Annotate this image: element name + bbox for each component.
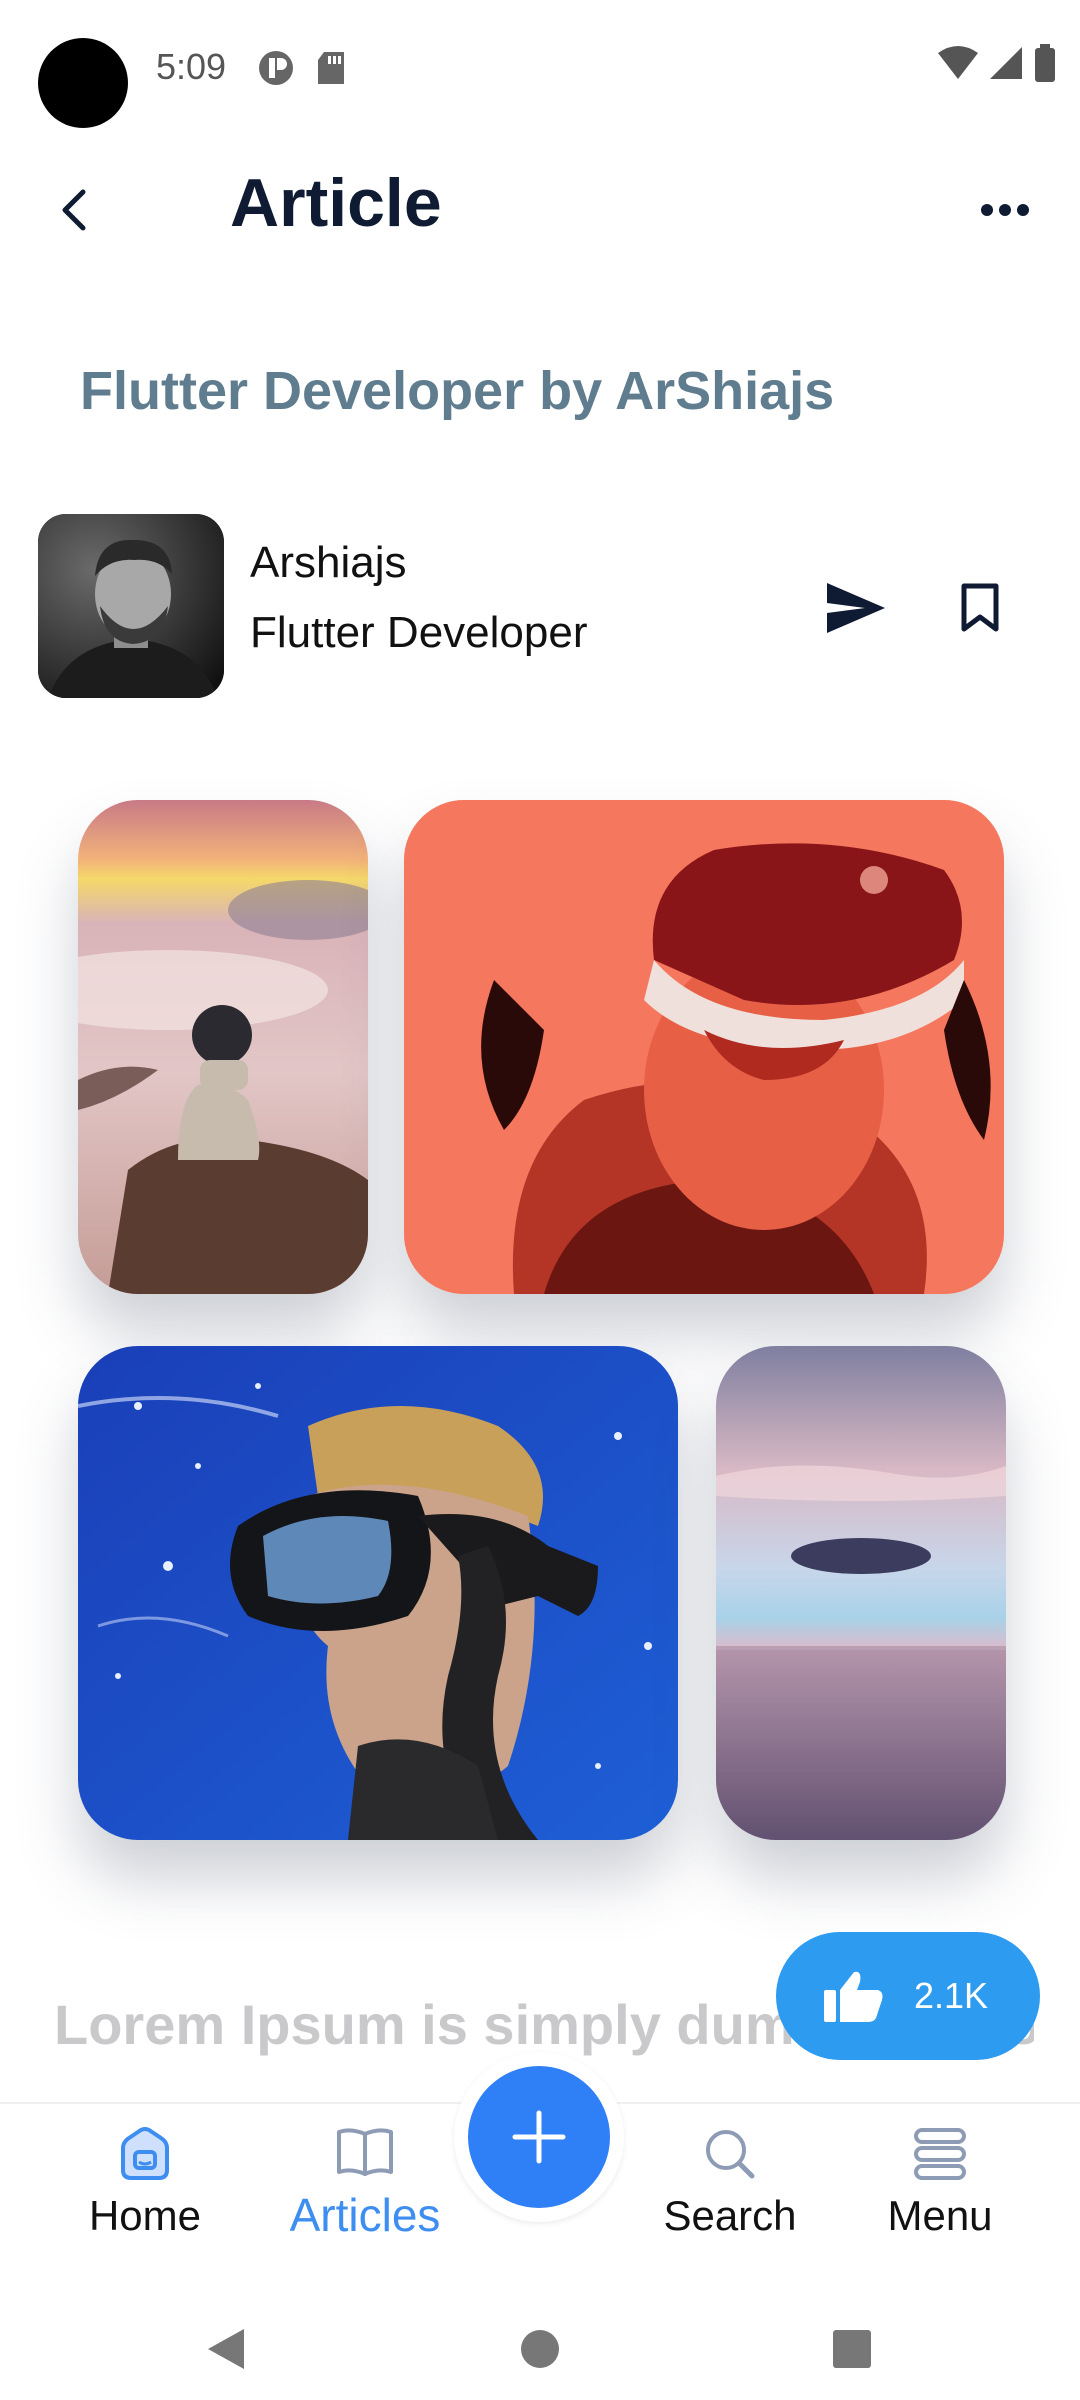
back-button[interactable] <box>44 180 104 240</box>
status-time: 5:09 <box>156 46 227 87</box>
image-mountain-sunset[interactable] <box>78 800 368 1294</box>
nav-item-articles[interactable]: Articles <box>270 2124 460 2242</box>
page-title: Article <box>230 165 442 241</box>
thumbs-up-icon <box>824 1971 883 2022</box>
book-icon <box>337 2128 393 2176</box>
bookmark-button[interactable] <box>940 568 1020 648</box>
status-icons <box>938 44 1056 82</box>
nav-item-search[interactable]: Search <box>655 2124 805 2240</box>
home-icon <box>121 2127 169 2180</box>
author-row: Arshiajs Flutter Developer <box>38 514 1042 698</box>
image-vr-headset[interactable] <box>404 800 1004 1294</box>
nav-label-articles: Articles <box>289 2189 441 2241</box>
send-icon <box>827 583 885 633</box>
photo-underwater-diver <box>78 1346 678 1840</box>
nav-item-menu[interactable]: Menu <box>870 2124 1010 2240</box>
author-role: Flutter Developer <box>250 608 588 657</box>
triangle-back-icon <box>208 2329 244 2369</box>
share-button[interactable] <box>816 568 896 648</box>
author-name: Arshiajs <box>250 538 407 587</box>
nav-item-home[interactable]: Home <box>70 2124 220 2240</box>
article-heading: Flutter Developer by ArShiajs <box>80 361 835 421</box>
system-back-button[interactable] <box>186 2314 266 2384</box>
app-bar: Article <box>0 150 1080 260</box>
image-diver[interactable] <box>78 1346 678 1840</box>
status-bar: 5:09 <box>0 0 1080 140</box>
sd-card-icon <box>318 52 344 84</box>
camera-cutout <box>38 38 128 128</box>
photo-calm-sea <box>716 1346 1006 1840</box>
wifi-icon <box>938 46 978 79</box>
system-navigation-bar <box>0 2302 1080 2400</box>
more-horizontal-icon <box>981 204 1029 216</box>
nav-label-menu: Menu <box>887 2192 993 2239</box>
menu-icon <box>914 2128 966 2180</box>
add-button[interactable] <box>468 2066 610 2208</box>
image-sea-horizon[interactable] <box>716 1346 1006 1840</box>
avatar-photo <box>38 514 224 698</box>
system-recents-button[interactable] <box>812 2314 892 2384</box>
like-button[interactable]: 2.1K <box>776 1932 1040 2060</box>
app-notification-icon <box>259 51 293 85</box>
more-options-button[interactable] <box>970 180 1040 240</box>
chevron-left-icon <box>62 189 86 231</box>
photo-person-vr <box>404 800 1004 1294</box>
photo-person-on-cliff <box>78 800 368 1294</box>
nav-label-search: Search <box>663 2192 797 2239</box>
search-icon <box>706 2130 755 2179</box>
battery-icon <box>1035 44 1055 82</box>
system-home-button[interactable] <box>500 2314 580 2384</box>
author-avatar[interactable] <box>38 514 224 698</box>
nav-label-home: Home <box>88 2192 202 2239</box>
circle-home-icon <box>521 2330 559 2368</box>
bookmark-icon <box>961 583 999 632</box>
signal-icon <box>990 47 1022 79</box>
plus-icon <box>512 2110 566 2164</box>
square-recents-icon <box>833 2330 871 2368</box>
like-count: 2.1K <box>914 1975 989 2016</box>
